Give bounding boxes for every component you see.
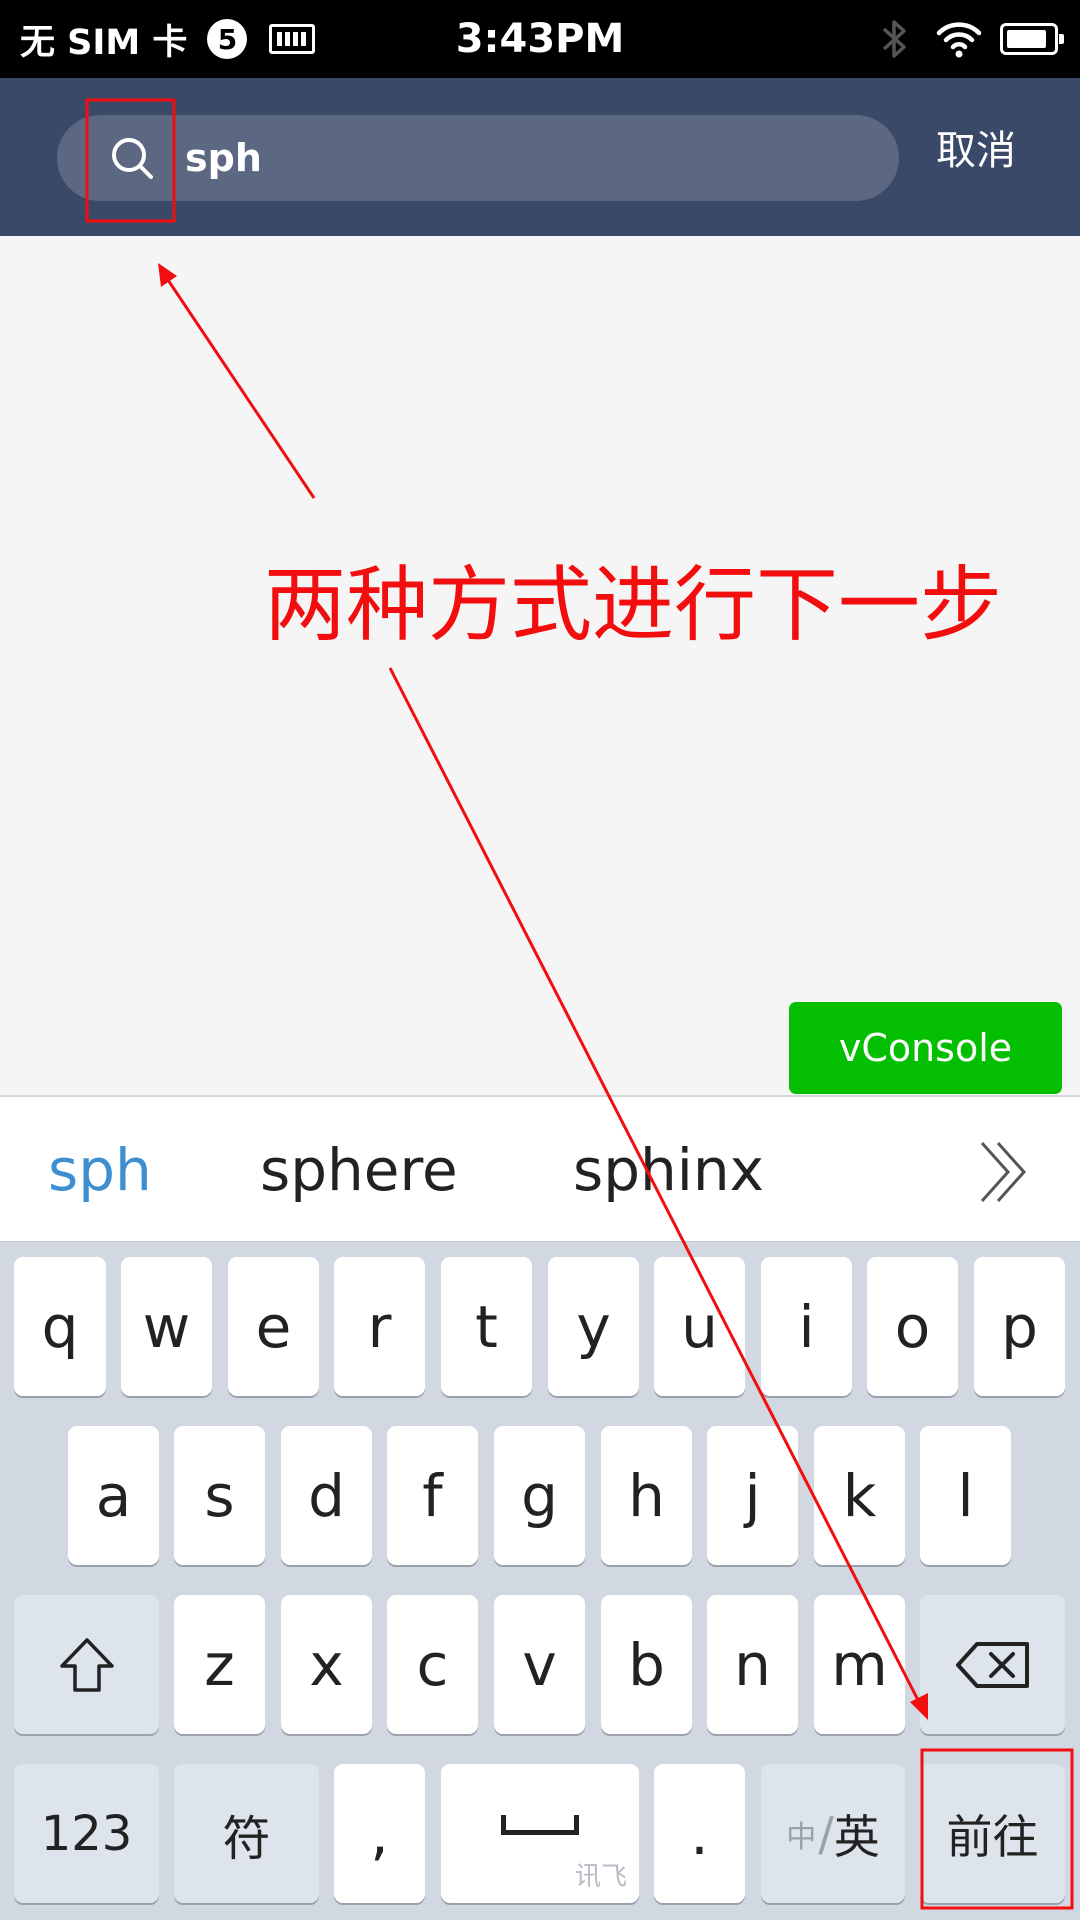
key-f[interactable]: f xyxy=(387,1426,478,1565)
lang-en-label: 英 xyxy=(833,1809,880,1864)
status-bar: 无 SIM 卡 5 3:43PM xyxy=(0,0,1080,78)
key-h[interactable]: h xyxy=(601,1426,692,1565)
key-a[interactable]: a xyxy=(68,1426,159,1565)
key-i[interactable]: i xyxy=(761,1257,852,1396)
key-p[interactable]: p xyxy=(974,1257,1065,1396)
bluetooth-icon xyxy=(882,20,906,58)
battery-icon xyxy=(1000,23,1064,55)
search-header: 取消 xyxy=(0,78,1080,236)
symbols-key[interactable]: 符 xyxy=(174,1764,319,1903)
wifi-icon xyxy=(936,22,982,58)
shift-icon xyxy=(59,1637,114,1692)
lang-zh-label: 中 xyxy=(786,1819,817,1855)
key-g[interactable]: g xyxy=(494,1426,585,1565)
key-b[interactable]: b xyxy=(601,1595,692,1734)
key-x[interactable]: x xyxy=(281,1595,372,1734)
search-icon[interactable] xyxy=(109,135,155,181)
key-d[interactable]: d xyxy=(281,1426,372,1565)
key-j[interactable]: j xyxy=(707,1426,798,1565)
period-key[interactable]: . xyxy=(654,1764,745,1903)
candidate-bar: sph sphere sphinx xyxy=(0,1095,1080,1241)
search-input[interactable] xyxy=(185,115,785,201)
key-r[interactable]: r xyxy=(334,1257,425,1396)
key-o[interactable]: o xyxy=(867,1257,958,1396)
vconsole-button[interactable]: vConsole xyxy=(789,1002,1062,1094)
search-box[interactable] xyxy=(57,115,899,201)
key-y[interactable]: y xyxy=(548,1257,639,1396)
double-chevron-right-icon[interactable] xyxy=(978,1139,1030,1205)
backspace-icon xyxy=(955,1641,1029,1688)
key-c[interactable]: c xyxy=(387,1595,478,1734)
search-results-area xyxy=(0,236,1080,1096)
key-l[interactable]: l xyxy=(920,1426,1011,1565)
key-n[interactable]: n xyxy=(707,1595,798,1734)
key-u[interactable]: u xyxy=(654,1257,745,1396)
key-s[interactable]: s xyxy=(174,1426,265,1565)
key-z[interactable]: z xyxy=(174,1595,265,1734)
backspace-key[interactable] xyxy=(920,1595,1065,1734)
key-e[interactable]: e xyxy=(228,1257,319,1396)
candidate-item[interactable]: sphere xyxy=(260,1097,458,1243)
numbers-key[interactable]: 123 xyxy=(14,1764,159,1903)
status-right xyxy=(878,0,1064,78)
key-k[interactable]: k xyxy=(814,1426,905,1565)
go-key-label: 前往 xyxy=(946,1809,1039,1864)
annotation-text: 两种方式进行下一步 xyxy=(264,558,1003,653)
language-toggle-key[interactable]: 中 / 英 xyxy=(761,1764,905,1903)
key-q[interactable]: q xyxy=(14,1257,106,1396)
cancel-button[interactable]: 取消 xyxy=(936,78,1016,236)
comma-key[interactable]: , xyxy=(334,1764,425,1903)
key-v[interactable]: v xyxy=(494,1595,585,1734)
lang-slash: / xyxy=(818,1806,834,1861)
battery-fill xyxy=(1007,30,1046,48)
input-method-brand: 讯飞 xyxy=(574,1862,627,1892)
key-w[interactable]: w xyxy=(121,1257,212,1396)
space-bar-icon xyxy=(501,1814,579,1835)
candidate-item[interactable]: sphinx xyxy=(573,1097,764,1243)
key-t[interactable]: t xyxy=(441,1257,532,1396)
candidate-item[interactable]: sph xyxy=(48,1097,152,1243)
key-m[interactable]: m xyxy=(814,1595,905,1734)
keyboard: q w e r t y u i o p a s d f g h j k l z … xyxy=(0,1241,1080,1920)
shift-key[interactable] xyxy=(14,1595,159,1734)
go-key[interactable]: 前往 xyxy=(920,1764,1065,1903)
space-key[interactable]: 讯飞 xyxy=(441,1764,639,1903)
